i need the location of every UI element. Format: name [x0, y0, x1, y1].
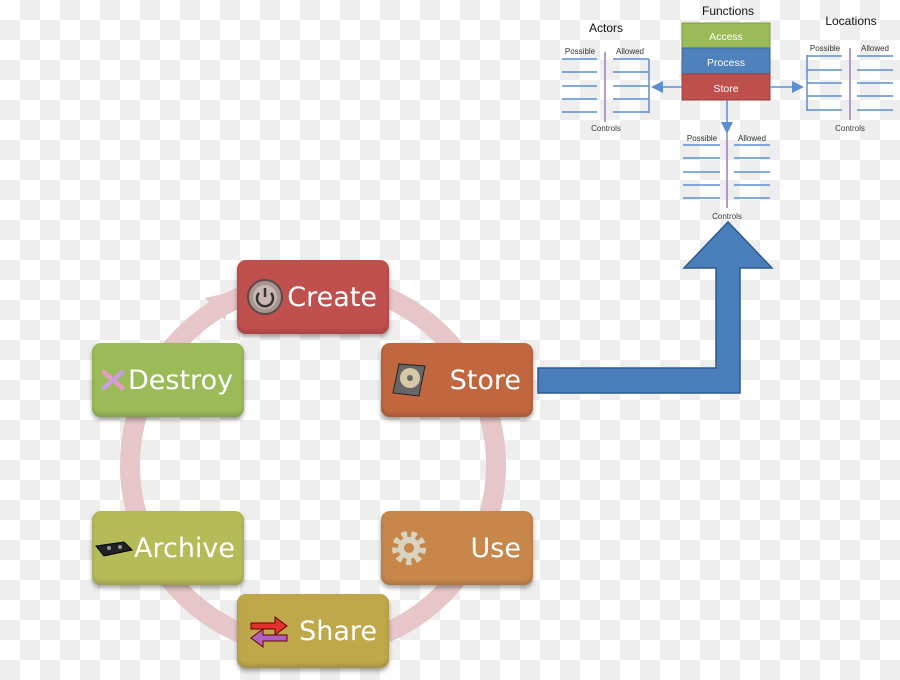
- store-label: Store: [449, 364, 521, 396]
- store-controls-label: Controls: [712, 212, 742, 221]
- actors-controls-label: Controls: [591, 124, 621, 133]
- lifecycle-use: Use: [381, 511, 533, 585]
- locations-title: Locations: [825, 14, 876, 28]
- actors-allowed-label: Allowed: [616, 47, 644, 56]
- archive-label: Archive: [134, 532, 236, 564]
- lifecycle-destroy: Destroy: [92, 343, 244, 417]
- power-button-icon: [247, 279, 283, 315]
- share-label: Share: [299, 615, 377, 647]
- lifecycle-store: Store: [381, 343, 533, 417]
- locations-possible-label: Possible: [810, 44, 841, 53]
- big-flow-arrow: [537, 220, 774, 394]
- function-process-label: Process: [707, 57, 745, 69]
- lifecycle-archive: Archive: [92, 511, 244, 585]
- gear-icon: [392, 531, 426, 565]
- exchange-arrows-icon: [250, 616, 288, 648]
- functions-title: Functions: [702, 4, 754, 18]
- x-mark-icon: [101, 369, 125, 391]
- actors-title: Actors: [589, 21, 623, 35]
- create-label: Create: [287, 281, 377, 313]
- function-store-label: Store: [713, 83, 738, 95]
- hard-drive-icon: [392, 363, 426, 397]
- actors-possible-label: Possible: [565, 47, 596, 56]
- function-access-label: Access: [709, 31, 743, 43]
- locations-controls-label: Controls: [835, 124, 865, 133]
- store-allowed-label: Allowed: [738, 134, 766, 143]
- lifecycle-create: Create: [237, 260, 389, 334]
- use-label: Use: [470, 532, 521, 564]
- tape-cartridge-icon: [95, 541, 134, 557]
- locations-allowed-label: Allowed: [861, 44, 889, 53]
- lifecycle-share: Share: [237, 594, 389, 668]
- destroy-label: Destroy: [128, 364, 234, 396]
- store-possible-label: Possible: [687, 134, 718, 143]
